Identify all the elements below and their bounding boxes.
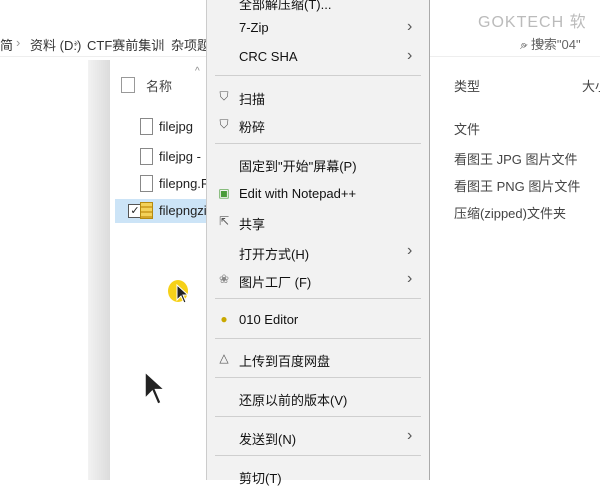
menu-item-7zip[interactable]: 7-Zip ›	[207, 14, 429, 42]
breadcrumb-chevron-icon: ›	[158, 35, 163, 50]
share-icon: ⇱	[218, 214, 230, 228]
column-header-type[interactable]: 类型	[454, 76, 480, 95]
context-menu: 全部解压缩(T)... 7-Zip › CRC SHA › ⛉ 扫描 ⛉ 粉碎 …	[206, 0, 430, 486]
file-type: 看图王 PNG 图片文件	[454, 179, 581, 194]
file-name: filepngzi	[159, 203, 207, 218]
cloud-upload-icon: △	[219, 351, 229, 365]
editor-icon: ●	[220, 312, 228, 326]
file-type: 文件	[454, 122, 481, 137]
search-input[interactable]: ⌕ 搜索"04"	[520, 34, 600, 54]
shield-icon: ⛉	[219, 117, 229, 131]
shield-icon: ⛉	[219, 89, 229, 103]
menu-item-010-editor[interactable]: ● 010 Editor	[207, 306, 429, 334]
mouse-pointer-icon	[176, 284, 188, 304]
menu-separator	[215, 143, 421, 144]
breadcrumb-seg-ctf[interactable]: CTF赛前集训	[87, 35, 164, 54]
menu-item-cut[interactable]: 剪切(T)	[207, 462, 429, 490]
breadcrumb-chevron-icon: ›	[74, 35, 79, 50]
sort-up-icon: ^	[195, 66, 200, 77]
menu-item-shred[interactable]: ⛉ 粉碎	[207, 111, 429, 139]
menu-item-restore-versions[interactable]: 还原以前的版本(V)	[207, 384, 429, 412]
watermark: GOKTECH 软	[478, 14, 587, 31]
chevron-right-icon: ›	[407, 270, 413, 287]
chevron-right-icon: ›	[407, 242, 413, 259]
menu-item-notepadpp[interactable]: ▣ Edit with Notepad++	[207, 180, 429, 208]
file-name: filejpg	[159, 119, 193, 134]
menu-item-pin-start[interactable]: 固定到"开始"屏幕(P)	[207, 150, 429, 178]
breadcrumb-chevron-icon: ›	[16, 35, 21, 50]
picture-factory-icon: ❀	[218, 272, 230, 286]
file-row[interactable]: filejpg	[115, 115, 215, 139]
file-type: 压缩(zipped)文件夹	[454, 206, 566, 221]
menu-item-crc-sha[interactable]: CRC SHA ›	[207, 43, 429, 71]
zip-folder-icon	[140, 202, 153, 219]
file-row[interactable]: filejpg -	[115, 145, 215, 169]
select-all-checkbox[interactable]	[121, 77, 135, 93]
menu-separator	[215, 75, 421, 76]
breadcrumb-seg-0[interactable]: 简	[0, 35, 13, 54]
nav-pane-scrollbar[interactable]	[88, 60, 110, 480]
menu-separator	[215, 455, 421, 456]
menu-separator	[215, 377, 421, 378]
file-type: 看图王 JPG 图片文件	[454, 152, 578, 167]
breadcrumb-seg-misc[interactable]: 杂项题	[171, 35, 210, 54]
search-placeholder: 搜索"04"	[530, 37, 581, 52]
mouse-pointer-icon	[143, 369, 165, 406]
menu-item-share[interactable]: ⇱ 共享	[207, 208, 429, 236]
menu-separator	[215, 338, 421, 339]
menu-item-scan[interactable]: ⛉ 扫描	[207, 83, 429, 111]
search-icon: ⌕	[520, 37, 528, 52]
chevron-right-icon: ›	[407, 18, 413, 35]
file-name: filepng.P	[159, 176, 210, 191]
chevron-right-icon: ›	[407, 47, 413, 64]
column-header-name[interactable]: 名称	[146, 76, 172, 95]
image-file-icon	[140, 148, 153, 165]
notepad-icon: ▣	[218, 186, 230, 200]
file-row-selected[interactable]: ✓ filepngzi	[115, 199, 215, 223]
menu-item-picture-factory[interactable]: ❀ 图片工厂 (F) ›	[207, 266, 429, 294]
image-file-icon	[140, 175, 153, 192]
column-header-size[interactable]: 大小	[582, 76, 600, 95]
menu-separator	[215, 416, 421, 417]
file-row[interactable]: filepng.P	[115, 172, 215, 196]
file-name: filejpg -	[159, 149, 201, 164]
menu-item-open-with[interactable]: 打开方式(H) ›	[207, 238, 429, 266]
menu-separator	[215, 298, 421, 299]
menu-item-send-to[interactable]: 发送到(N) ›	[207, 423, 429, 451]
menu-item-baidu-upload[interactable]: △ 上传到百度网盘	[207, 345, 429, 373]
file-icon	[140, 118, 153, 135]
chevron-right-icon: ›	[407, 427, 413, 444]
